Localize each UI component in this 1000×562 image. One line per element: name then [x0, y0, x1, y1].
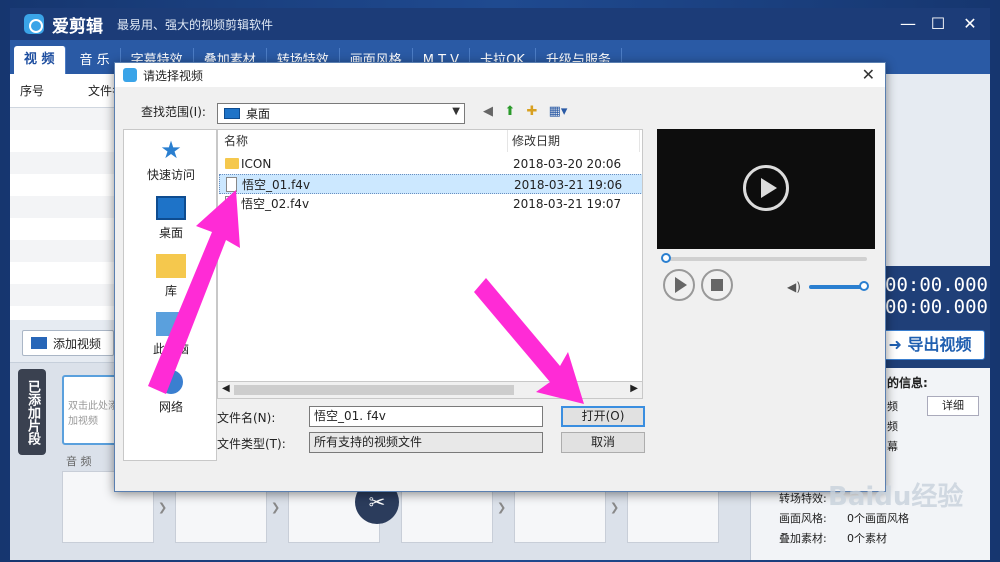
baidu-watermark: Baidu经验 — [828, 482, 964, 512]
arrow-annotation — [148, 190, 584, 404]
